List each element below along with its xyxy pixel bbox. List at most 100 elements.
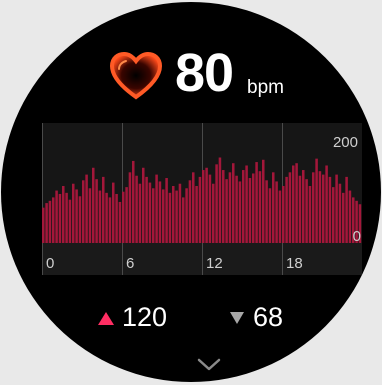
chart-bar (68, 199, 72, 243)
chart-bar (125, 187, 128, 243)
heart-rate-stats: 120 68 (1, 297, 381, 337)
chart-bar (188, 180, 192, 243)
chart-bar (212, 183, 215, 243)
chart-bar (338, 183, 342, 243)
chart-bar (65, 192, 68, 243)
heart-icon (109, 51, 163, 100)
chart-bar (242, 170, 245, 243)
chart-bar (148, 182, 152, 243)
chart-bar (132, 160, 135, 243)
chart-bar (275, 181, 278, 243)
chart-bar (185, 188, 188, 243)
chart-x-tick-label: 0 (46, 255, 54, 272)
chart-bar (128, 172, 132, 243)
chart-bar (332, 187, 335, 243)
chart-bar (282, 186, 285, 243)
watch-face: 80 bpm 200 0 0 6 12 18 120 68 (1, 2, 381, 382)
chart-bar (172, 186, 175, 243)
chart-bar (232, 163, 235, 243)
chart-bar (342, 192, 345, 243)
chart-bar (142, 167, 145, 243)
chart-x-tick-label: 18 (286, 255, 303, 272)
max-heart-rate: 120 (98, 297, 167, 337)
chart-bar (335, 174, 338, 243)
chart-bar (278, 190, 282, 243)
chevron-down-icon[interactable] (197, 358, 221, 372)
chart-bar (312, 172, 315, 243)
chart-bar (162, 189, 165, 243)
chart-bar (225, 179, 228, 243)
chart-bar (105, 192, 108, 243)
chart-bar (145, 176, 148, 243)
chart-bar (238, 181, 242, 243)
chart-bar (88, 188, 92, 243)
chart-bar (315, 158, 318, 243)
chart-bar (205, 167, 208, 243)
chart-bar (195, 186, 198, 243)
chart-bar (202, 170, 205, 243)
chart-bar (112, 182, 115, 243)
chart-bar (98, 190, 102, 243)
chart-bar (85, 174, 88, 243)
chart-bar (62, 186, 65, 243)
chart-bar (192, 172, 195, 243)
chart-bar (262, 159, 265, 243)
bpm-unit: bpm (247, 77, 284, 98)
chart-bar (175, 190, 178, 243)
chart-bar (118, 201, 122, 243)
chart-bar (245, 165, 248, 243)
chart-bar (285, 176, 288, 243)
chart-bar (308, 186, 312, 243)
chart-bar (158, 181, 162, 243)
up-arrow-icon (98, 311, 114, 325)
chart-bar (348, 190, 352, 243)
chart-bar (168, 192, 172, 243)
chart-bar (235, 175, 238, 243)
chart-bar (48, 200, 52, 243)
chart-bar (58, 193, 62, 243)
chart-bar (298, 175, 302, 243)
chart-bar (208, 174, 212, 243)
chart-bar (75, 189, 78, 243)
chart-bar (325, 165, 328, 243)
chart-bar (272, 172, 275, 243)
chart-bar (302, 170, 305, 243)
chart-bar (45, 203, 48, 243)
chart-bar (72, 183, 75, 243)
chart-bar (328, 176, 332, 243)
chart-y-tick-label: 0 (353, 228, 361, 245)
chart-x-tick-label: 6 (126, 255, 134, 272)
heart-rate-header: 80 bpm (109, 43, 329, 107)
chart-bar (152, 188, 155, 243)
chart-bar (165, 178, 168, 243)
heart-rate-chart: 200 0 0 6 12 18 (42, 123, 362, 275)
chart-bar (268, 188, 272, 243)
chart-bar (82, 180, 85, 243)
chart-bar (198, 176, 202, 243)
chart-bar (102, 176, 105, 243)
min-heart-rate: 68 (230, 297, 283, 337)
chart-bar (248, 178, 252, 243)
chart-bar (288, 172, 292, 243)
chart-bar (78, 196, 82, 243)
chart-bar (115, 193, 118, 243)
chart-bar (182, 197, 185, 243)
chart-x-tick-label: 12 (206, 255, 223, 272)
chart-bar (108, 197, 112, 243)
chart-bar (295, 163, 298, 243)
chart-bar (95, 179, 98, 243)
chart-bar (52, 197, 55, 243)
chart-bar (215, 164, 218, 243)
chart-bar (265, 180, 268, 243)
chart-bar (255, 162, 258, 243)
chart-bar (138, 183, 142, 243)
chart-y-tick-label: 200 (333, 134, 358, 151)
chart-bar (155, 174, 158, 243)
chart-bar (55, 190, 58, 243)
chart-bar (135, 175, 138, 243)
chart-bar (252, 173, 255, 243)
chart-bar (292, 165, 295, 243)
chart-bar (318, 171, 322, 243)
max-value: 120 (122, 302, 168, 332)
chart-bar (42, 207, 45, 243)
